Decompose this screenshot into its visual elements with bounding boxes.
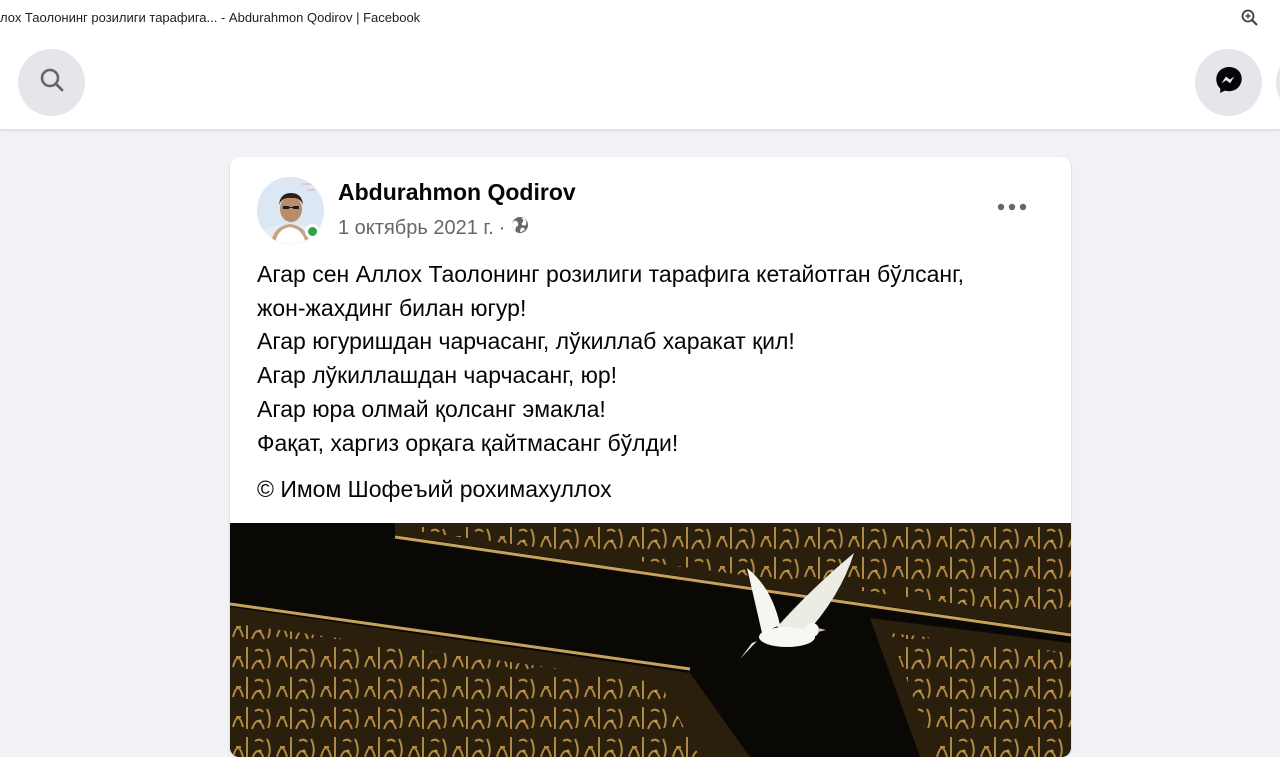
globe-icon[interactable] xyxy=(510,215,530,241)
post-text-line: Агар юра олмай қолсанг эмакла! xyxy=(257,395,606,422)
browser-title-bar: лох Таолонинг розилиги тарафига... - Abd… xyxy=(0,0,1280,36)
meta-separator: · xyxy=(498,216,506,239)
post-text-line: Фақат, харгиз орқага қайтмасанг бўлди! xyxy=(257,429,679,456)
post-text-line: Агар лўкиллашдан чарчасанг, юр! xyxy=(257,362,618,389)
window-title: лох Таолонинг розилиги тарафига... - Abd… xyxy=(0,10,421,25)
post-text-line: Агар сен Аллох Таолонинг розилиги тарафи… xyxy=(257,261,965,287)
post-text-line: Агар югуришдан чарчасанг, лўкиллаб харак… xyxy=(257,328,795,355)
messenger-button[interactable] xyxy=(1195,49,1262,116)
post-credit: © Имом Шофеъий рохимахуллох xyxy=(257,476,612,502)
post-author-name[interactable]: Abdurahmon Qodirov xyxy=(338,179,576,206)
post-meta: 1 октябрь 2021 г. · xyxy=(338,215,530,241)
post-text-line: жон-жахдинг билан югур! xyxy=(257,294,527,321)
post-photo[interactable] xyxy=(230,523,1071,757)
search-icon xyxy=(38,66,66,99)
post-date[interactable]: 1 октябрь 2021 г. xyxy=(338,217,494,240)
post-card: Abdurahmon Qodirov 1 октябрь 2021 г. · А… xyxy=(230,157,1071,757)
search-button[interactable] xyxy=(18,49,85,116)
account-button[interactable] xyxy=(1276,49,1280,116)
zoom-in-icon[interactable] xyxy=(1240,8,1260,28)
online-status-indicator xyxy=(305,224,320,239)
facebook-top-bar xyxy=(0,36,1280,130)
kaaba-calligraphy-dove-image xyxy=(230,523,1071,757)
post-text: Агар сен Аллох Таолонинг розилиги тарафи… xyxy=(257,258,1047,460)
more-horizontal-icon xyxy=(997,198,1027,216)
post-more-options-button[interactable] xyxy=(989,192,1035,222)
messenger-icon xyxy=(1213,64,1245,101)
